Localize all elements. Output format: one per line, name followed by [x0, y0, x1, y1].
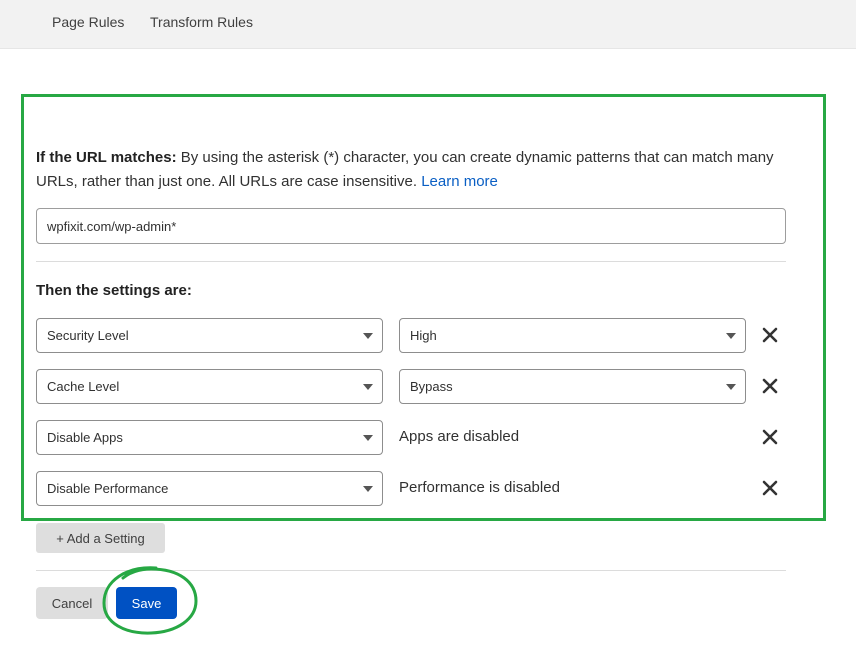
url-pattern-input[interactable] — [36, 208, 786, 244]
setting-select-disable-performance[interactable]: Disable Performance — [36, 471, 383, 506]
setting-select-label: Cache Level — [47, 379, 120, 394]
tab-page-rules[interactable]: Page Rules — [52, 14, 124, 30]
setting-select-cache-level[interactable]: Cache Level — [36, 369, 383, 404]
chevron-down-icon — [363, 435, 373, 441]
setting-value-text: Apps are disabled — [399, 428, 520, 445]
url-match-heading: If the URL matches: — [36, 149, 177, 166]
setting-select-label: Disable Performance — [47, 481, 169, 496]
value-select-security-level[interactable]: High — [399, 318, 746, 353]
value-select-label: Bypass — [410, 379, 453, 394]
section-divider — [36, 261, 786, 262]
close-icon[interactable] — [760, 376, 780, 396]
page-rule-editor: Page Rules Transform Rules If the URL ma… — [0, 0, 856, 647]
learn-more-link[interactable]: Learn more — [421, 173, 498, 190]
save-button[interactable]: Save — [116, 587, 177, 619]
setting-select-label: Security Level — [47, 328, 129, 343]
close-icon[interactable] — [760, 478, 780, 498]
value-select-label: High — [410, 328, 437, 343]
value-select-cache-level[interactable]: Bypass — [399, 369, 746, 404]
close-icon[interactable] — [760, 427, 780, 447]
setting-select-label: Disable Apps — [47, 430, 123, 445]
setting-select-security-level[interactable]: Security Level — [36, 318, 383, 353]
section-divider — [36, 570, 786, 571]
chevron-down-icon — [363, 384, 373, 390]
tab-transform-rules[interactable]: Transform Rules — [150, 14, 253, 30]
url-match-description: If the URL matches: By using the asteris… — [36, 146, 796, 194]
add-setting-button[interactable]: + Add a Setting — [36, 523, 165, 553]
chevron-down-icon — [363, 333, 373, 339]
chevron-down-icon — [726, 384, 736, 390]
setting-value-text: Performance is disabled — [399, 479, 560, 496]
tab-bar: Page Rules Transform Rules — [0, 0, 856, 49]
cancel-button[interactable]: Cancel — [36, 587, 108, 619]
close-icon[interactable] — [760, 325, 780, 345]
chevron-down-icon — [363, 486, 373, 492]
setting-select-disable-apps[interactable]: Disable Apps — [36, 420, 383, 455]
settings-heading: Then the settings are: — [36, 282, 192, 299]
chevron-down-icon — [726, 333, 736, 339]
